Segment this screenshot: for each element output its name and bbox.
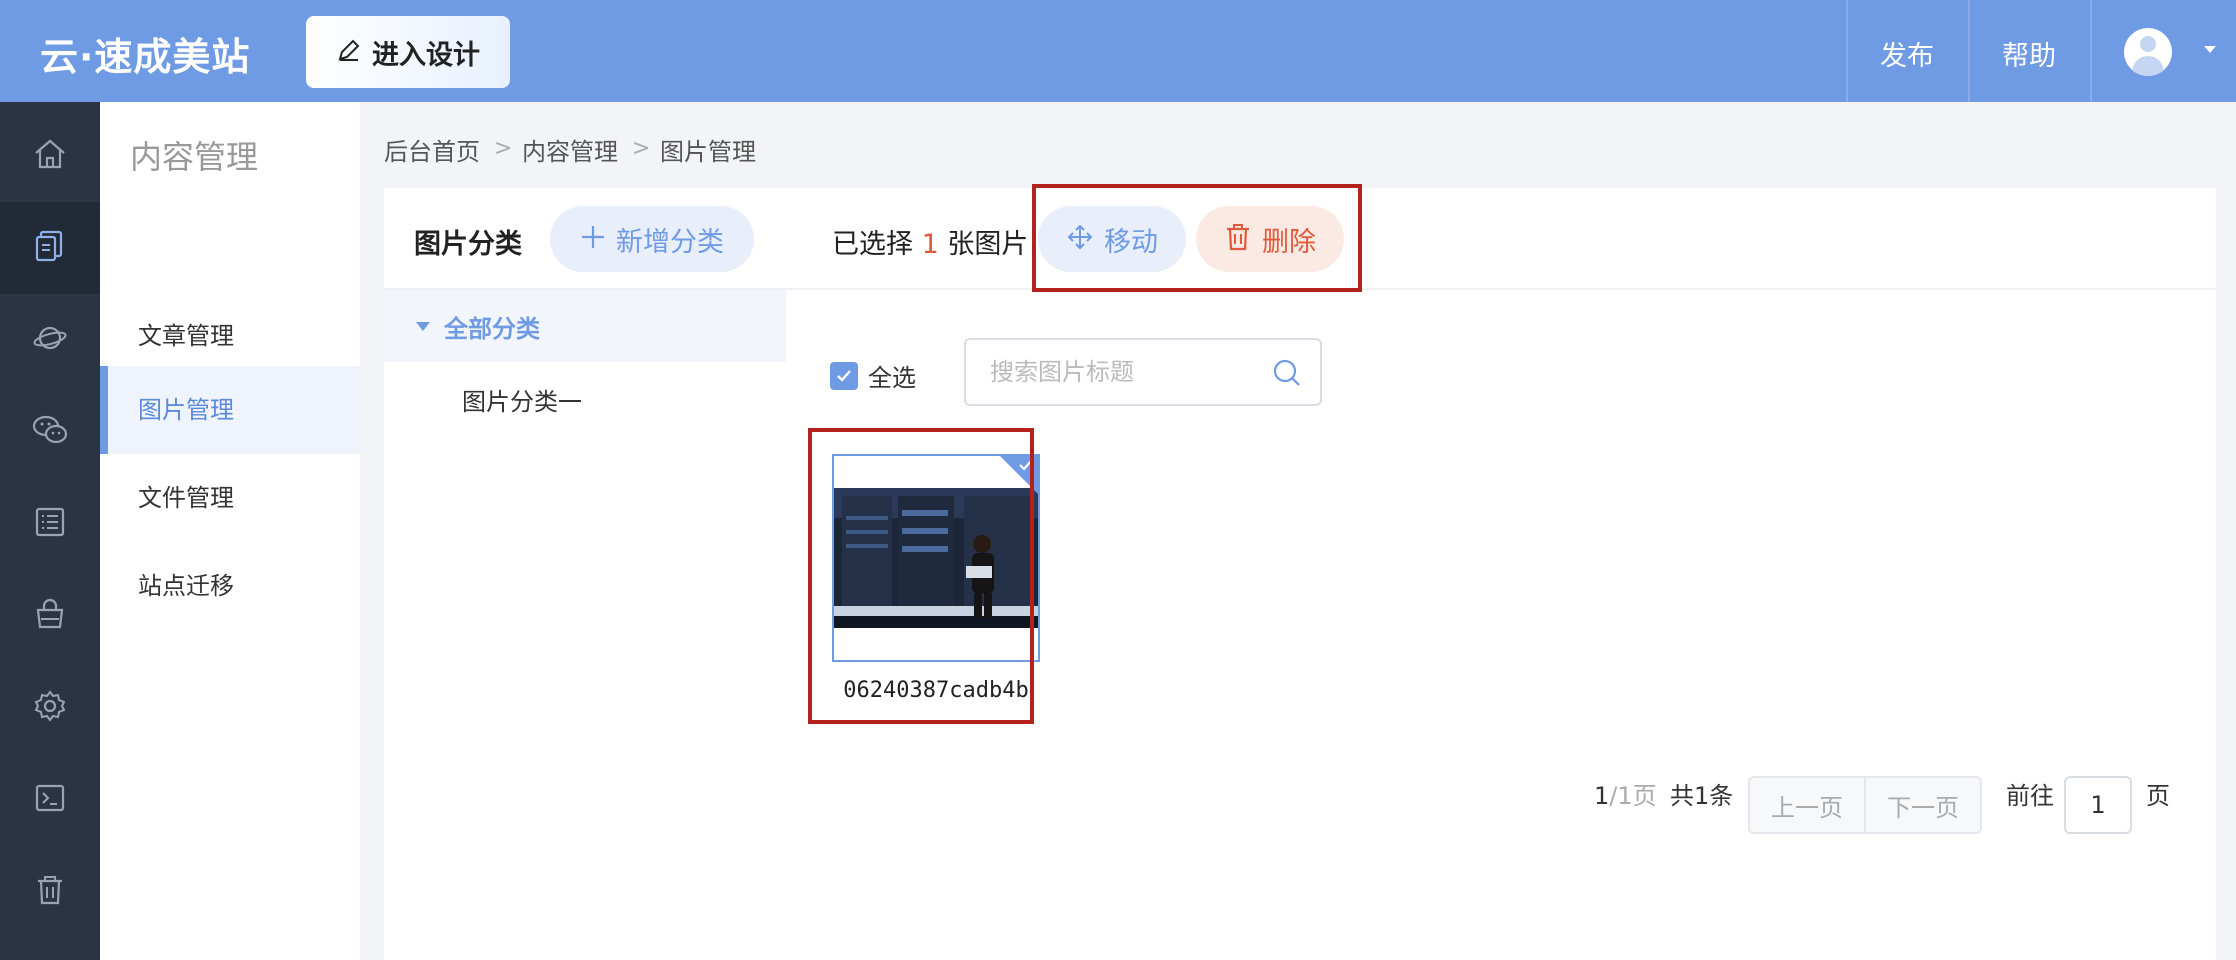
next-page-button[interactable]: 下一页 [1864, 776, 1982, 834]
goto-page-input[interactable] [2064, 776, 2132, 834]
submenu-item-images[interactable]: 图片管理 [100, 366, 360, 454]
top-bar: 云·速成美站 进入设计 发布 帮助 [0, 0, 2236, 102]
total-items: 共1条 [1670, 782, 1734, 810]
rail-wechat[interactable] [0, 386, 100, 478]
page-indicator: 1/1页 [1594, 776, 1657, 811]
tree-item-category-1[interactable]: 图片分类一 [462, 382, 582, 417]
page-suffix: 页 [2146, 782, 2170, 810]
current-page: 1 [1594, 782, 1610, 810]
submenu-item-files[interactable]: 文件管理 [100, 454, 360, 542]
caret-down-icon[interactable] [416, 321, 430, 331]
search-icon[interactable] [1272, 358, 1302, 392]
select-all-label: 全选 [868, 364, 916, 392]
select-all-checkbox[interactable]: 全选 [830, 358, 916, 393]
terminal-icon [33, 781, 67, 819]
chevron-right-icon: > [494, 136, 513, 161]
total-pages: /1页 [1609, 782, 1657, 810]
chevron-down-icon[interactable] [2204, 46, 2216, 53]
add-category-button[interactable]: 新增分类 [550, 206, 754, 272]
rail-shop[interactable] [0, 570, 100, 662]
rail-settings[interactable] [0, 662, 100, 754]
selected-suffix: 张图片 [947, 229, 1029, 260]
breadcrumb-home[interactable]: 后台首页 [384, 132, 480, 167]
edit-icon [336, 37, 362, 67]
tree-item-all[interactable]: 全部分类 [384, 290, 786, 362]
shop-bag-icon [33, 597, 67, 635]
gear-icon [32, 688, 68, 728]
enter-design-label: 进入设计 [372, 39, 480, 71]
rail-planet[interactable] [0, 294, 100, 386]
category-tree: 全部分类 图片分类一 [384, 290, 786, 960]
rail-terminal[interactable] [0, 754, 100, 846]
rail-content[interactable] [0, 202, 100, 294]
category-title: 图片分类 [414, 229, 522, 260]
highlight-toolbar-actions [1032, 184, 1362, 292]
divider [1846, 0, 1848, 102]
user-avatar[interactable] [2124, 28, 2172, 76]
breadcrumb-content[interactable]: 内容管理 [522, 132, 618, 167]
rail-trash[interactable] [0, 846, 100, 938]
planet-icon [32, 320, 68, 360]
selected-prefix: 已选择 [832, 229, 913, 260]
checkbox-checked-icon [830, 361, 858, 390]
rail-list[interactable] [0, 478, 100, 570]
divider [2090, 0, 2092, 102]
wechat-icon [31, 412, 69, 452]
help-link[interactable]: 帮助 [2002, 34, 2056, 73]
tree-item-all-label: 全部分类 [444, 314, 540, 343]
selected-count-text: 已选择 1 张图片 [832, 222, 1028, 261]
divider [1968, 0, 1970, 102]
rail-home[interactable] [0, 110, 100, 202]
publish-link[interactable]: 发布 [1880, 34, 1934, 73]
image-management-panel: 图片分类 新增分类 已选择 1 张图片 移动 删除 全部分类 图片分类一 全选 [384, 184, 2216, 960]
goto-label: 前往 [2006, 782, 2054, 810]
logo[interactable]: 云·速成美站 [40, 26, 250, 81]
list-icon [33, 505, 67, 543]
submenu-title: 内容管理 [130, 138, 259, 176]
prev-page-button[interactable]: 上一页 [1748, 776, 1866, 834]
home-icon [32, 136, 68, 176]
submenu-item-site-migration[interactable]: 站点迁移 [100, 542, 360, 630]
selected-count: 1 [921, 229, 939, 260]
trash-icon [33, 873, 67, 911]
highlight-image-card [808, 428, 1034, 724]
enter-design-button[interactable]: 进入设计 [306, 16, 510, 88]
breadcrumb-images: 图片管理 [660, 138, 756, 166]
plus-icon [580, 224, 606, 254]
add-category-label: 新增分类 [616, 226, 724, 258]
content-submenu: 内容管理 文章管理 产品管理 图片管理 文件管理 站点迁移 [100, 102, 360, 960]
search-box [964, 338, 1322, 406]
search-input[interactable] [990, 358, 1270, 386]
content-icon [32, 228, 68, 268]
chevron-right-icon: > [632, 136, 651, 161]
icon-rail [0, 102, 100, 960]
